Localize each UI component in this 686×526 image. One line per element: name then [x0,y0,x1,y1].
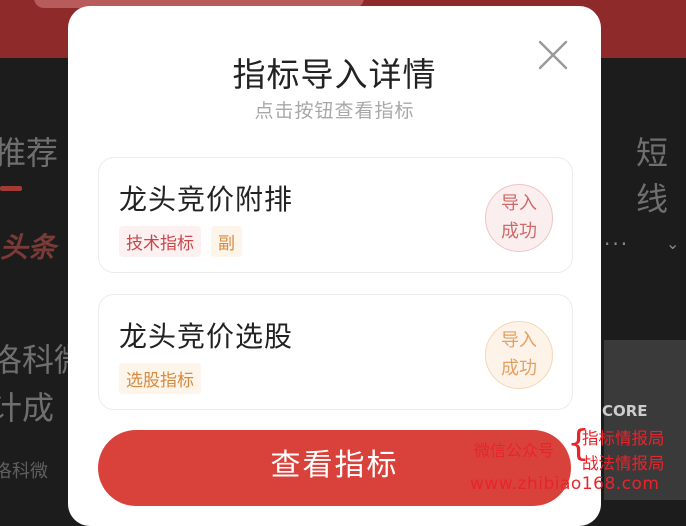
dialog-subtitle: 点击按钮查看指标 [254,100,415,122]
import-success-stamp: 导入 成功 [485,184,553,252]
background-tab-indicator [0,186,22,191]
indicator-tags: 选股指标 [119,363,201,394]
watermark-wechat-label: 微信公众号 [474,441,555,460]
watermark-line: 战法情报局 [582,454,665,473]
stamp-line: 成功 [501,221,537,242]
background-news-source: 洛科微 [0,461,48,482]
background-news-line: 计成 [0,389,55,427]
dialog-title: 指标导入详情 [232,55,437,94]
stamp-line: 导入 [501,330,537,351]
indicator-tag: 选股指标 [119,363,201,394]
watermark-url: www.zhibiao168.com [470,474,660,494]
indicator-tags: 技术指标 副 [119,226,242,257]
background-tab-recommend: 推荐 [0,134,59,172]
background-logo: CORE [602,402,648,420]
indicator-card: 龙头竞价选股 选股指标 导入 成功 [98,294,573,410]
stamp-line: 导入 [501,193,537,214]
background-tab-shortline: 短线 [636,134,669,218]
import-success-stamp: 导入 成功 [485,321,553,389]
indicator-tag: 技术指标 [119,226,201,257]
indicator-card: 龙头竞价附排 技术指标 副 导入 成功 [98,157,573,273]
chevron-down-icon: ⌄ [666,234,680,253]
background-more-icon: ··· [604,232,630,256]
indicator-tag: 副 [211,226,242,257]
indicator-name: 龙头竞价附排 [119,183,294,216]
close-icon[interactable] [536,38,570,72]
stamp-line: 成功 [501,358,537,379]
watermark-line: 指标情报局 [582,429,665,448]
background-toutiao-label: 头条 [0,231,57,264]
indicator-name: 龙头竞价选股 [119,320,294,353]
